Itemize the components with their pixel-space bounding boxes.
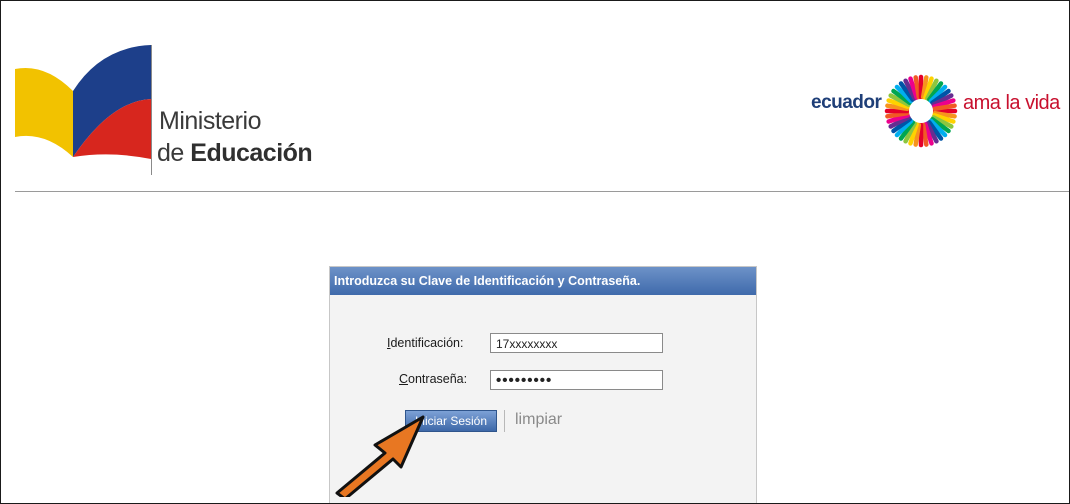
button-separator (504, 410, 505, 432)
sun-ray (913, 75, 922, 100)
ministry-logo (15, 45, 151, 159)
identification-input[interactable]: 17xxxxxxxx (490, 333, 663, 353)
password-input[interactable]: ••••••••• (490, 370, 663, 390)
ecuador-sun-logo (884, 74, 958, 148)
sun-ray (885, 110, 910, 119)
clear-link[interactable]: limpiar (515, 411, 562, 429)
logo-divider (151, 45, 152, 175)
sun-center (909, 99, 933, 123)
arrow-pointer-icon (335, 415, 425, 497)
sun-ray (920, 122, 929, 147)
header: Ministerio de Educación ecuador ama la v… (1, 1, 1069, 193)
brand-slogan-text: ama la vida (963, 92, 1060, 114)
brand-ecuador-text: ecuador (811, 92, 882, 113)
identification-label: Identificación: (387, 336, 464, 350)
ministry-name-line1: Ministerio (159, 107, 261, 135)
password-label: Contraseña: (399, 372, 468, 386)
ministry-name-line2: de Educación (157, 139, 313, 167)
page-frame: Ministerio de Educación ecuador ama la v… (0, 0, 1070, 504)
login-panel-title: Introduzca su Clave de Identificación y … (330, 267, 756, 295)
header-divider (15, 191, 1069, 192)
sun-ray (932, 103, 957, 112)
